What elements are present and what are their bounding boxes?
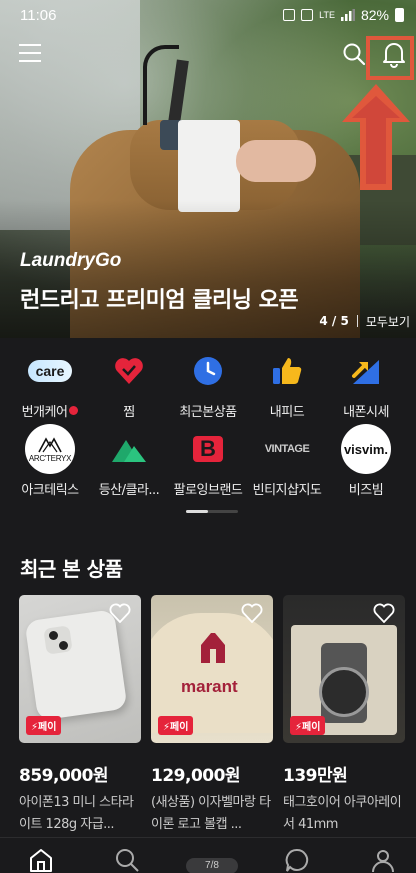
highlight-box bbox=[366, 36, 414, 80]
product-card[interactable]: marant ⚡페이 129,000원 (새상품) 이자벨마랑 타이론 로고 볼… bbox=[151, 595, 273, 836]
arcteryx-logo: ARC'TERYX bbox=[24, 423, 76, 475]
hero-page-count: 4 / 5 bbox=[319, 314, 349, 328]
shortcut-label: 내폰시세 bbox=[343, 405, 389, 420]
status-icons: LTE 82% bbox=[283, 7, 404, 23]
network-label: LTE bbox=[319, 10, 335, 20]
shortcut-recent[interactable]: 최근본상품 bbox=[166, 345, 250, 420]
section-title: 최근 본 상품 bbox=[20, 557, 123, 581]
shortcut-label: 등산/클라... bbox=[98, 483, 160, 498]
hero-tag bbox=[178, 120, 240, 212]
thumbs-up-icon bbox=[261, 345, 313, 397]
shortcut-label: 내피드 bbox=[269, 405, 305, 420]
product-price: 139만원 bbox=[283, 766, 348, 786]
pay-badge: ⚡페이 bbox=[158, 716, 194, 735]
shortcut-label: 팔로잉브랜드 bbox=[173, 483, 243, 498]
signal-icon bbox=[340, 9, 355, 21]
visvim-logo: visvim. bbox=[340, 423, 392, 475]
product-image: marant ⚡페이 bbox=[151, 595, 273, 743]
alarm-icon bbox=[283, 9, 296, 21]
shortcut-vintage-map[interactable]: VINTAGE 빈티지샵지도 bbox=[245, 423, 329, 498]
heart-outline-icon[interactable] bbox=[109, 603, 131, 623]
shortcut-label: 번개케어 bbox=[21, 405, 68, 420]
vintage-logo: VINTAGE bbox=[264, 443, 310, 455]
menu-icon[interactable] bbox=[19, 44, 41, 62]
grid-page-indicator bbox=[186, 510, 238, 513]
care-icon: care bbox=[24, 345, 76, 397]
page-indicator: 7/8 bbox=[186, 858, 238, 873]
hero-pager: 4 / 5 모두보기 bbox=[311, 310, 416, 332]
shortcut-label: 빈티지샵지도 bbox=[252, 483, 322, 498]
shortcut-feed[interactable]: 내피드 bbox=[245, 345, 329, 420]
search-icon[interactable] bbox=[342, 42, 366, 66]
shortcut-care[interactable]: care 번개케어 bbox=[8, 345, 92, 420]
search-icon[interactable] bbox=[114, 847, 140, 873]
highlight-arrow bbox=[342, 84, 410, 190]
shortcut-label: 최근본상품 bbox=[179, 405, 237, 420]
b-logo: B bbox=[182, 423, 234, 475]
product-name: 태그호이어 아쿠아레이서 41mm bbox=[283, 795, 402, 832]
hero-hand bbox=[236, 140, 316, 182]
shortcut-phone-price[interactable]: 내폰시세 bbox=[324, 345, 408, 420]
profile-icon[interactable] bbox=[370, 847, 396, 873]
mute-icon bbox=[301, 9, 314, 21]
battery-percent: 82% bbox=[360, 7, 389, 23]
clock-icon bbox=[182, 345, 234, 397]
bottom-nav: 7/8 bbox=[0, 837, 416, 873]
shortcut-hiking[interactable]: 등산/클라... bbox=[87, 423, 171, 498]
status-bar: 11:06 LTE 82% bbox=[0, 0, 416, 32]
product-card[interactable]: ⚡페이 859,000원 아이폰13 미니 스타라이트 128g 자급... bbox=[19, 595, 141, 836]
product-image: ⚡페이 bbox=[283, 595, 405, 743]
shortcut-label: 아크테릭스 bbox=[21, 483, 79, 498]
product-price: 129,000원 bbox=[151, 766, 241, 786]
shortcut-label: 비즈빔 bbox=[348, 483, 384, 498]
shortcut-visvim[interactable]: visvim. 비즈빔 bbox=[324, 423, 408, 498]
heart-outline-icon[interactable] bbox=[241, 603, 263, 623]
hero-title: 런드리고 프리미엄 클리닝 오픈 bbox=[20, 288, 299, 313]
product-price: 859,000원 bbox=[19, 766, 109, 786]
heart-outline-icon[interactable] bbox=[373, 603, 395, 623]
price-chart-icon bbox=[340, 345, 392, 397]
shortcut-following-brand[interactable]: B 팔로잉브랜드 bbox=[166, 423, 250, 498]
product-name: 아이폰13 미니 스타라이트 128g 자급... bbox=[19, 795, 134, 832]
battery-icon bbox=[395, 8, 404, 22]
product-name: (새상품) 이자벨마랑 타이론 로고 볼캡 ... bbox=[151, 795, 271, 832]
product-image: ⚡페이 bbox=[19, 595, 141, 743]
pay-badge: ⚡페이 bbox=[26, 716, 62, 735]
pay-badge: ⚡페이 bbox=[290, 716, 326, 735]
shortcut-arcteryx[interactable]: ARC'TERYX 아크테릭스 bbox=[8, 423, 92, 498]
chat-icon[interactable] bbox=[284, 847, 310, 873]
product-card[interactable]: ⚡페이 139만원 태그호이어 아쿠아레이서 41mm bbox=[283, 595, 405, 836]
shortcut-favorites[interactable]: 찜 bbox=[87, 345, 171, 420]
top-bar bbox=[0, 36, 416, 76]
hero-brand: LaundryGo bbox=[20, 250, 122, 271]
status-time: 11:06 bbox=[20, 7, 57, 24]
home-icon[interactable] bbox=[28, 847, 54, 873]
shortcut-label: 찜 bbox=[123, 405, 135, 420]
mountain-icon bbox=[103, 423, 155, 475]
view-all-button[interactable]: 모두보기 bbox=[358, 313, 416, 330]
heart-icon bbox=[103, 345, 155, 397]
new-dot bbox=[69, 406, 79, 415]
